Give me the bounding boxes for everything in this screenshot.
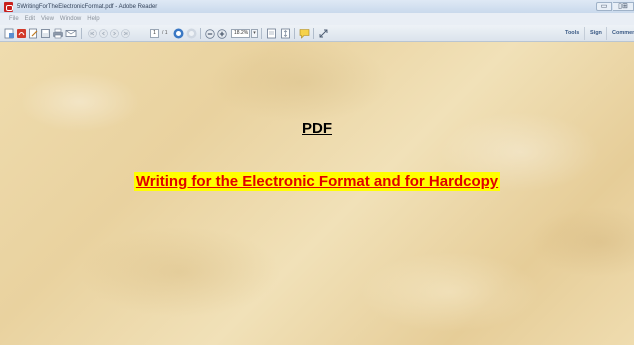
document-view[interactable]: PDF Writing for the Electronic Format an… [0, 42, 634, 345]
previous-page-icon[interactable] [99, 28, 108, 39]
last-page-icon[interactable] [121, 28, 130, 39]
toolbar-separator [584, 27, 585, 40]
maximize-button[interactable]: ▯⊞ [613, 2, 634, 11]
comment-icon[interactable] [299, 28, 310, 39]
sign-button[interactable]: Sign [590, 28, 602, 39]
menu-window[interactable]: Window [60, 16, 81, 22]
page-number-input[interactable]: 1 [150, 29, 159, 38]
menu-help[interactable]: Help [87, 16, 99, 22]
create-pdf-icon[interactable] [4, 28, 15, 39]
menu-file[interactable]: File [9, 16, 19, 22]
previous-view-icon[interactable] [173, 28, 184, 39]
full-screen-icon[interactable] [318, 28, 329, 39]
zoom-dropdown-arrow[interactable]: ▾ [251, 29, 258, 38]
adobe-reader-window: 5WritingForTheElectronicFormat.pdf - Ado… [0, 0, 634, 345]
first-page-icon[interactable] [88, 28, 97, 39]
document-subtitle: Writing for the Electronic Format and fo… [133, 172, 501, 191]
menu-view[interactable]: View [41, 16, 54, 22]
next-page-icon[interactable] [110, 28, 119, 39]
toolbar-separator [81, 28, 82, 39]
print-icon[interactable] [52, 28, 64, 39]
next-view-icon[interactable] [186, 28, 197, 39]
toolbar-separator [261, 28, 262, 39]
scrolling-mode-icon[interactable] [280, 28, 291, 39]
menu-bar: File Edit View Window Help [0, 13, 634, 25]
zoom-in-icon[interactable] [217, 28, 227, 39]
menu-edit[interactable]: Edit [25, 16, 35, 22]
page-total: / 1 [162, 30, 168, 36]
zoom-level-input[interactable]: 18.2% [231, 29, 250, 38]
save-icon[interactable] [40, 28, 51, 39]
comment-button[interactable]: Comment [612, 28, 634, 39]
fit-page-icon[interactable] [266, 28, 277, 39]
zoom-out-icon[interactable] [205, 28, 215, 39]
minimize-button[interactable]: ▭ [596, 2, 612, 11]
acrobat-icon[interactable] [16, 28, 27, 39]
window-title: 5WritingForTheElectronicFormat.pdf - Ado… [17, 3, 158, 10]
email-icon[interactable] [65, 28, 77, 39]
title-bar: 5WritingForTheElectronicFormat.pdf - Ado… [0, 0, 634, 13]
toolbar-separator [606, 27, 607, 40]
edit-document-icon[interactable] [28, 28, 39, 39]
adobe-reader-icon [4, 1, 13, 12]
document-subtitle-container: Writing for the Electronic Format and fo… [0, 172, 634, 191]
toolbar-separator [294, 28, 295, 39]
toolbar-separator [313, 28, 314, 39]
document-heading: PDF [302, 120, 332, 137]
toolbar-separator [200, 28, 201, 39]
toolbar: 1 / 1 18.2% ▾ Tools Sign Comme [0, 25, 634, 42]
tools-button[interactable]: Tools [565, 28, 579, 39]
